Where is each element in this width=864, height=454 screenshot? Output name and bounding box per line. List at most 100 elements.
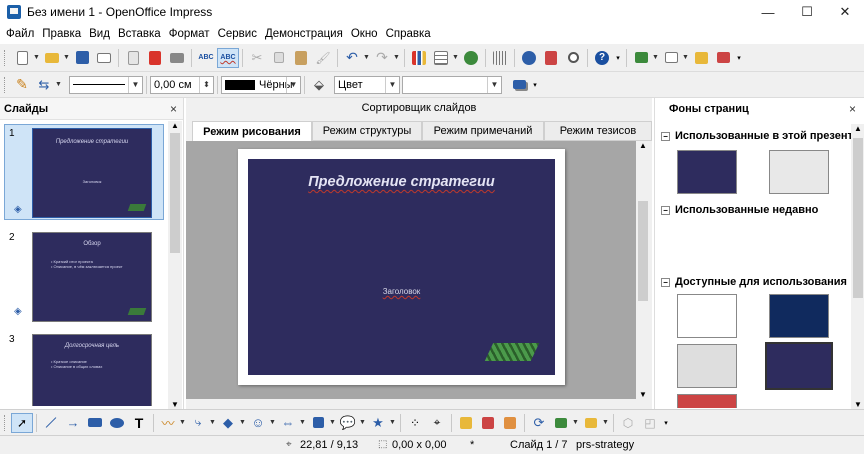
- scrollbar-thumb[interactable]: [853, 138, 863, 298]
- points-icon[interactable]: ⁘: [404, 413, 426, 433]
- scrollbar-thumb[interactable]: [170, 133, 180, 253]
- slide-thumbnail-2[interactable]: Обзор • Краткий итог проекта • Описание,…: [32, 232, 152, 322]
- slide-title-text[interactable]: Предложение стратегии: [248, 174, 555, 190]
- symbol-shapes-icon[interactable]: ☺: [247, 413, 269, 433]
- slide-canvas[interactable]: Предложение стратегии Заголовок: [186, 141, 636, 399]
- line-arrow-tool-icon[interactable]: →: [62, 413, 84, 433]
- menu-file[interactable]: Файл: [0, 28, 38, 40]
- presentation-icon[interactable]: [712, 48, 734, 68]
- basic-shapes-dropdown-arrow[interactable]: ▼: [239, 419, 247, 426]
- open-folder-icon[interactable]: [41, 48, 63, 68]
- toolbar-grip[interactable]: [4, 49, 7, 66]
- menu-edit[interactable]: Правка: [38, 28, 85, 40]
- collapse-icon[interactable]: −: [661, 205, 670, 215]
- slide-transition-icon[interactable]: ◈: [14, 306, 22, 317]
- connector-tool-icon[interactable]: ⤷: [187, 413, 209, 433]
- block-arrows-dropdown-arrow[interactable]: ▼: [299, 419, 307, 426]
- alignment-icon[interactable]: [550, 413, 572, 433]
- new-dropdown-arrow[interactable]: ▼: [33, 54, 41, 61]
- tab-outline-view[interactable]: Режим структуры: [312, 121, 422, 141]
- gallery-icon[interactable]: [540, 48, 562, 68]
- shadow-icon[interactable]: [508, 75, 530, 95]
- editor-vertical-scrollbar[interactable]: ▲ ▼: [636, 141, 650, 399]
- menu-window[interactable]: Окно: [347, 28, 382, 40]
- toolbar-overflow-icon[interactable]: ▾: [530, 75, 540, 95]
- autospellcheck-icon[interactable]: ABC: [217, 47, 239, 68]
- menu-tools[interactable]: Сервис: [214, 28, 261, 40]
- callouts-dropdown-arrow[interactable]: ▼: [359, 419, 367, 426]
- tab-notes-view[interactable]: Режим примечаний: [422, 121, 544, 141]
- close-button[interactable]: ✕: [826, 0, 864, 24]
- rectangle-tool-icon[interactable]: [84, 413, 106, 433]
- slide-subtitle-text[interactable]: Заголовок: [248, 287, 555, 296]
- rotate-icon[interactable]: ⟳: [528, 413, 550, 433]
- clone-formatting-icon[interactable]: 🖌: [312, 48, 334, 68]
- paste-icon[interactable]: [290, 48, 312, 68]
- undo-dropdown-arrow[interactable]: ▼: [363, 54, 371, 61]
- slide-design-dropdown-arrow[interactable]: ▼: [682, 54, 690, 61]
- section-available[interactable]: − Доступные для использования: [661, 274, 857, 290]
- slide-show-icon[interactable]: [690, 48, 712, 68]
- scrollbar-thumb[interactable]: [638, 201, 648, 301]
- line-style-icon[interactable]: ✎: [11, 75, 33, 95]
- toolbar-grip[interactable]: [4, 414, 7, 431]
- area-style-select[interactable]: Цвет ▼: [334, 75, 400, 94]
- arrange-dropdown-arrow[interactable]: ▼: [602, 419, 610, 426]
- close-icon[interactable]: ×: [170, 102, 177, 116]
- maximize-button[interactable]: ☐: [788, 0, 826, 24]
- open-dropdown-arrow[interactable]: ▼: [63, 54, 71, 61]
- master-thumbnail[interactable]: [769, 294, 829, 338]
- navigator-icon[interactable]: [460, 48, 482, 68]
- spellcheck-icon[interactable]: ABC: [195, 48, 217, 68]
- scroll-down-icon[interactable]: ▼: [171, 400, 179, 409]
- menu-format[interactable]: Формат: [165, 28, 214, 40]
- slide-thumbnail-3[interactable]: Долгосрочная цель • Краткое описание • О…: [32, 334, 152, 406]
- tab-handout-view[interactable]: Режим тезисов: [544, 121, 652, 141]
- flowchart-icon[interactable]: [307, 413, 329, 433]
- stars-icon[interactable]: ★: [367, 413, 389, 433]
- slide-design-icon[interactable]: [660, 48, 682, 68]
- master-pages-scrollbar[interactable]: ▲ ▼: [851, 124, 864, 409]
- menu-view[interactable]: Вид: [85, 28, 114, 40]
- master-thumbnail[interactable]: [677, 294, 737, 338]
- collapse-icon[interactable]: −: [661, 277, 670, 287]
- toolbar-overflow-icon[interactable]: ▾: [613, 48, 623, 68]
- curve-tool-icon[interactable]: 〰: [157, 413, 179, 433]
- connector-dropdown-arrow[interactable]: ▼: [209, 419, 217, 426]
- modified-indicator[interactable]: *: [470, 439, 474, 451]
- text-tool-icon[interactable]: T: [128, 413, 150, 433]
- arrange-icon[interactable]: [580, 413, 602, 433]
- tab-drawing-view[interactable]: Режим рисования: [192, 121, 312, 141]
- slide-layout-dropdown-arrow[interactable]: ▼: [652, 54, 660, 61]
- master-thumbnail[interactable]: [677, 394, 737, 408]
- master-thumbnail[interactable]: [677, 150, 737, 194]
- menu-insert[interactable]: Вставка: [114, 28, 165, 40]
- line-color-select[interactable]: Чёрны ▼: [221, 75, 301, 94]
- email-icon[interactable]: [93, 48, 115, 68]
- line-width-input[interactable]: 0,00 см ⬍: [150, 75, 214, 94]
- slide-transition-icon[interactable]: ◈: [14, 204, 22, 215]
- toolbar-overflow-icon[interactable]: ▾: [734, 48, 744, 68]
- section-recently-used[interactable]: − Использованные недавно: [661, 202, 857, 218]
- table-icon[interactable]: [430, 48, 452, 68]
- close-icon[interactable]: ×: [849, 102, 856, 116]
- extrusion-icon[interactable]: ⬡: [617, 413, 639, 433]
- alignment-dropdown-arrow[interactable]: ▼: [572, 419, 580, 426]
- master-thumbnail[interactable]: [677, 344, 737, 388]
- collapse-icon[interactable]: −: [661, 131, 670, 141]
- copy-icon[interactable]: [268, 48, 290, 68]
- help-icon[interactable]: ?: [591, 48, 613, 68]
- toolbar-overflow-icon[interactable]: ▾: [661, 413, 671, 433]
- redo-dropdown-arrow[interactable]: ▼: [393, 54, 401, 61]
- glue-points-icon[interactable]: ⌖: [426, 413, 448, 433]
- section-used-in-presentation[interactable]: − Использованные в этой презентации: [661, 128, 857, 144]
- area-fill-icon[interactable]: ⬙: [308, 75, 330, 95]
- symbol-shapes-dropdown-arrow[interactable]: ▼: [269, 419, 277, 426]
- gallery-icon[interactable]: [499, 413, 521, 433]
- select-arrow-icon[interactable]: ➚: [11, 412, 33, 433]
- fontwork-gallery-icon[interactable]: [455, 413, 477, 433]
- grid-icon[interactable]: [489, 48, 511, 68]
- current-slide[interactable]: Предложение стратегии Заголовок: [248, 159, 555, 375]
- redo-icon[interactable]: ↷: [371, 48, 393, 68]
- arrow-style-dropdown-arrow[interactable]: ▼: [55, 81, 63, 88]
